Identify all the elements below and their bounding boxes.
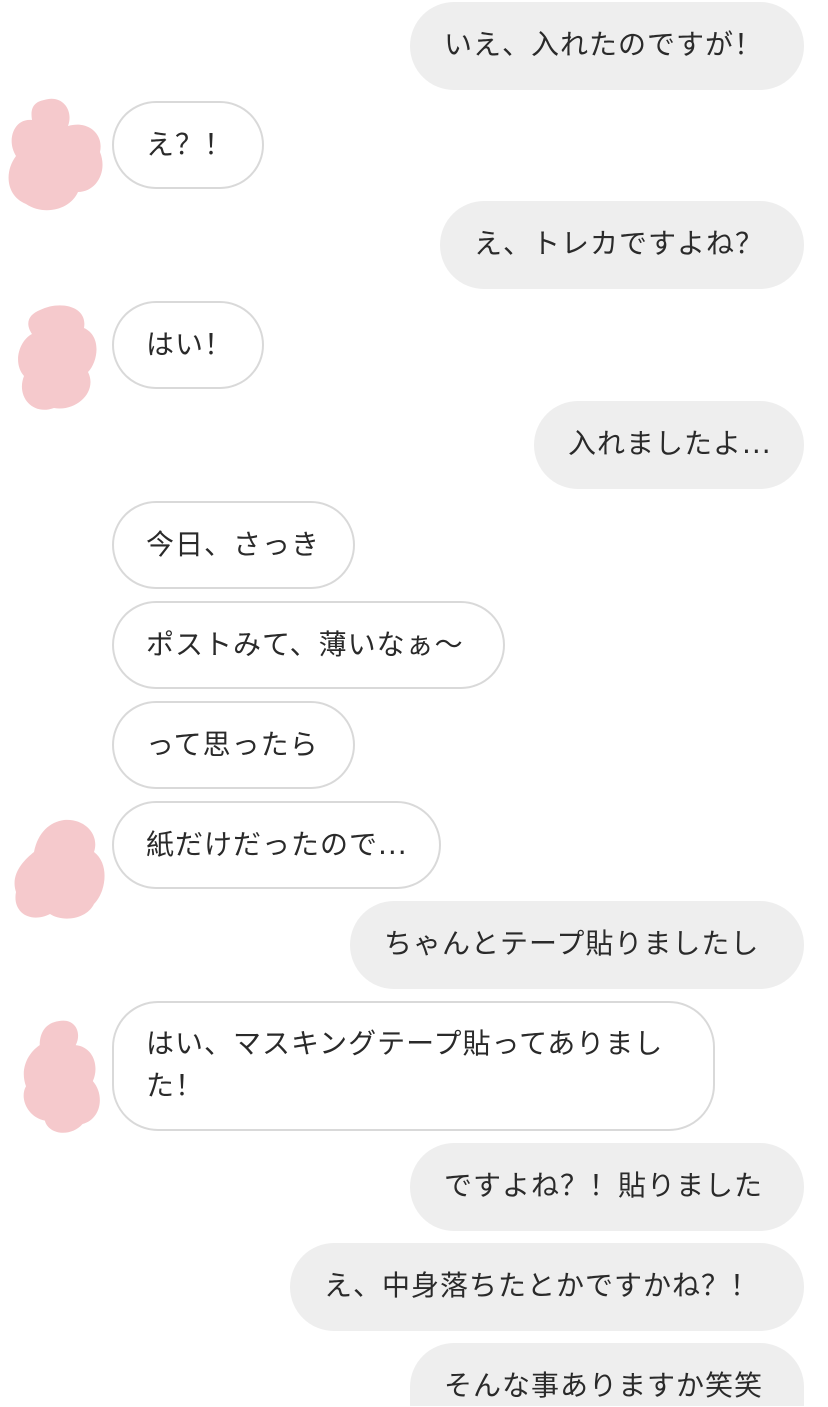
message-bubble-outgoing: ちゃんとテープ貼りましたし — [350, 901, 804, 989]
avatar-redacted — [14, 819, 105, 919]
avatar-redacted — [8, 98, 103, 211]
message-bubble-outgoing: え、トレカですよね？ — [440, 201, 804, 289]
message-bubble-outgoing: え、中身落ちたとかですかね？！ — [290, 1243, 804, 1331]
message-bubble-incoming: って思ったら — [112, 701, 355, 789]
message-bubble-outgoing: いえ、入れたのですが！ — [410, 2, 804, 90]
message-bubble-incoming: 紙だけだったので... — [112, 801, 441, 889]
avatar-redacted — [23, 1020, 100, 1133]
message-bubble-incoming: ポストみて、薄いなぁ〜 — [112, 601, 505, 689]
message-bubble-outgoing: そんな事ありますか笑笑 — [410, 1343, 804, 1406]
message-bubble-incoming: はい、マスキングテープ貼ってありました！ — [112, 1001, 715, 1131]
message-bubble-incoming: はい！ — [112, 301, 264, 389]
message-bubble-outgoing: ですよね？！貼りました — [410, 1143, 804, 1231]
message-bubble-incoming: え？！ — [112, 101, 264, 189]
message-bubble-outgoing: 入れましたよ... — [534, 401, 804, 489]
avatar-redacted — [18, 305, 97, 410]
message-bubble-incoming: 今日、さっき — [112, 501, 355, 589]
